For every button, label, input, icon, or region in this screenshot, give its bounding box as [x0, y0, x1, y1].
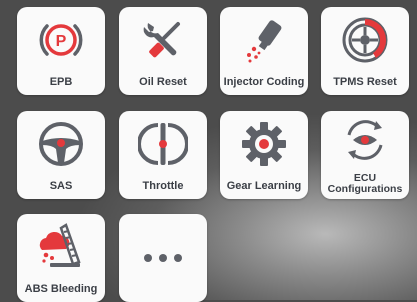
tile-throttle[interactable]: Throttle: [119, 111, 207, 199]
tile-more[interactable]: [119, 214, 207, 302]
tile-injector-coding[interactable]: Injector Coding: [220, 7, 308, 95]
tile-ecu-configurations[interactable]: ECU Configurations: [321, 111, 409, 199]
tire-icon: [340, 15, 390, 65]
tile-label: Gear Learning: [226, 180, 302, 192]
tile-label: SAS: [49, 180, 73, 192]
tile-abs-bleeding[interactable]: ABS Bleeding: [17, 214, 105, 302]
abs-bleeding-icon: [36, 220, 86, 270]
tile-label: EPB: [49, 76, 73, 88]
injector-icon: [239, 15, 289, 65]
tile-gear-learning[interactable]: Gear Learning: [220, 111, 308, 199]
tile-label: TPMS Reset: [333, 76, 397, 88]
tile-label: Injector Coding: [223, 76, 305, 88]
gear-icon: [239, 119, 289, 169]
tile-label: Oil Reset: [139, 76, 187, 88]
tile-label: Throttle: [142, 180, 184, 192]
tile-label: ABS Bleeding: [24, 283, 98, 295]
tile-label: ECU Configurations: [327, 172, 403, 195]
steering-wheel-icon: [36, 119, 86, 169]
tile-tpms-reset[interactable]: TPMS Reset: [321, 7, 409, 95]
parking-brake-icon: P: [36, 15, 86, 65]
tile-sas[interactable]: SAS: [17, 111, 105, 199]
svg-text:P: P: [56, 33, 67, 50]
throttle-icon: [138, 119, 188, 169]
wrench-screwdriver-icon: [138, 15, 188, 65]
more-icon: [138, 233, 188, 283]
ecu-eye-icon: [340, 115, 390, 165]
tile-epb[interactable]: P EPB: [17, 7, 105, 95]
tile-oil-reset[interactable]: Oil Reset: [119, 7, 207, 95]
